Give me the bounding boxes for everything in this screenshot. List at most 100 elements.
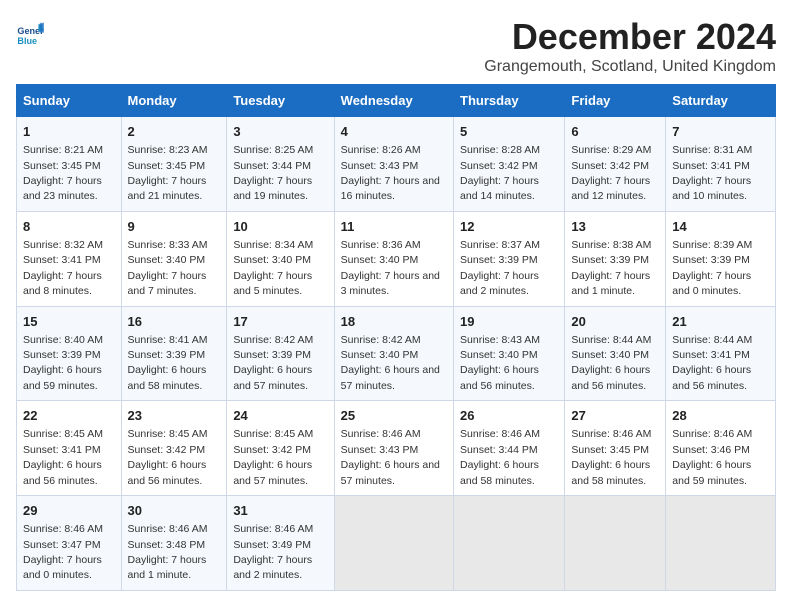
daylight-text: Daylight: 7 hours and 0 minutes. xyxy=(672,270,751,297)
sunrise-text: Sunrise: 8:46 AM xyxy=(460,428,540,440)
sunrise-text: Sunrise: 8:44 AM xyxy=(672,334,752,346)
table-cell: 1 Sunrise: 8:21 AM Sunset: 3:45 PM Dayli… xyxy=(17,117,122,212)
calendar-header-row: Sunday Monday Tuesday Wednesday Thursday… xyxy=(17,85,776,117)
sunrise-text: Sunrise: 8:29 AM xyxy=(571,144,651,156)
header-monday: Monday xyxy=(121,85,227,117)
daylight-text: Daylight: 7 hours and 7 minutes. xyxy=(128,270,207,297)
sunset-text: Sunset: 3:39 PM xyxy=(233,349,311,361)
sunrise-text: Sunrise: 8:26 AM xyxy=(341,144,421,156)
sunrise-text: Sunrise: 8:43 AM xyxy=(460,334,540,346)
day-number: 4 xyxy=(341,123,447,141)
sunset-text: Sunset: 3:45 PM xyxy=(23,160,101,172)
sunset-text: Sunset: 3:42 PM xyxy=(460,160,538,172)
sunset-text: Sunset: 3:45 PM xyxy=(128,160,206,172)
day-number: 18 xyxy=(341,313,447,331)
day-number: 23 xyxy=(128,407,221,425)
daylight-text: Daylight: 6 hours and 59 minutes. xyxy=(672,459,751,486)
sunset-text: Sunset: 3:46 PM xyxy=(672,444,750,456)
table-cell: 23 Sunrise: 8:45 AM Sunset: 3:42 PM Dayl… xyxy=(121,401,227,496)
sunrise-text: Sunrise: 8:32 AM xyxy=(23,239,103,251)
sunset-text: Sunset: 3:44 PM xyxy=(233,160,311,172)
page-header: General Blue December 2024 Grangemouth, … xyxy=(16,16,776,76)
sunrise-text: Sunrise: 8:40 AM xyxy=(23,334,103,346)
table-cell: 25 Sunrise: 8:46 AM Sunset: 3:43 PM Dayl… xyxy=(334,401,453,496)
table-cell: 26 Sunrise: 8:46 AM Sunset: 3:44 PM Dayl… xyxy=(454,401,565,496)
table-cell xyxy=(666,496,776,591)
sunrise-text: Sunrise: 8:31 AM xyxy=(672,144,752,156)
calendar-table: Sunday Monday Tuesday Wednesday Thursday… xyxy=(16,84,776,591)
sunrise-text: Sunrise: 8:34 AM xyxy=(233,239,313,251)
sunrise-text: Sunrise: 8:28 AM xyxy=(460,144,540,156)
sunset-text: Sunset: 3:40 PM xyxy=(341,349,419,361)
table-cell: 18 Sunrise: 8:42 AM Sunset: 3:40 PM Dayl… xyxy=(334,306,453,401)
sunset-text: Sunset: 3:39 PM xyxy=(23,349,101,361)
sunset-text: Sunset: 3:42 PM xyxy=(128,444,206,456)
daylight-text: Daylight: 6 hours and 57 minutes. xyxy=(341,364,440,391)
sunset-text: Sunset: 3:49 PM xyxy=(233,539,311,551)
daylight-text: Daylight: 7 hours and 1 minute. xyxy=(571,270,650,297)
day-number: 30 xyxy=(128,502,221,520)
sunrise-text: Sunrise: 8:37 AM xyxy=(460,239,540,251)
sunset-text: Sunset: 3:40 PM xyxy=(571,349,649,361)
sunset-text: Sunset: 3:40 PM xyxy=(341,254,419,266)
table-cell: 14 Sunrise: 8:39 AM Sunset: 3:39 PM Dayl… xyxy=(666,211,776,306)
sunrise-text: Sunrise: 8:21 AM xyxy=(23,144,103,156)
sunset-text: Sunset: 3:42 PM xyxy=(233,444,311,456)
sunrise-text: Sunrise: 8:42 AM xyxy=(233,334,313,346)
daylight-text: Daylight: 6 hours and 58 minutes. xyxy=(460,459,539,486)
day-number: 1 xyxy=(23,123,115,141)
table-cell: 29 Sunrise: 8:46 AM Sunset: 3:47 PM Dayl… xyxy=(17,496,122,591)
table-cell: 4 Sunrise: 8:26 AM Sunset: 3:43 PM Dayli… xyxy=(334,117,453,212)
sunrise-text: Sunrise: 8:46 AM xyxy=(128,523,208,535)
day-number: 15 xyxy=(23,313,115,331)
sunset-text: Sunset: 3:41 PM xyxy=(23,254,101,266)
table-cell: 10 Sunrise: 8:34 AM Sunset: 3:40 PM Dayl… xyxy=(227,211,334,306)
daylight-text: Daylight: 7 hours and 12 minutes. xyxy=(571,175,650,202)
table-cell: 15 Sunrise: 8:40 AM Sunset: 3:39 PM Dayl… xyxy=(17,306,122,401)
sunset-text: Sunset: 3:40 PM xyxy=(233,254,311,266)
daylight-text: Daylight: 6 hours and 59 minutes. xyxy=(23,364,102,391)
table-cell: 27 Sunrise: 8:46 AM Sunset: 3:45 PM Dayl… xyxy=(565,401,666,496)
daylight-text: Daylight: 7 hours and 19 minutes. xyxy=(233,175,312,202)
sunrise-text: Sunrise: 8:42 AM xyxy=(341,334,421,346)
sunset-text: Sunset: 3:41 PM xyxy=(23,444,101,456)
daylight-text: Daylight: 7 hours and 23 minutes. xyxy=(23,175,102,202)
sunset-text: Sunset: 3:41 PM xyxy=(672,349,750,361)
day-number: 13 xyxy=(571,218,659,236)
table-cell: 9 Sunrise: 8:33 AM Sunset: 3:40 PM Dayli… xyxy=(121,211,227,306)
sunset-text: Sunset: 3:40 PM xyxy=(460,349,538,361)
table-cell: 3 Sunrise: 8:25 AM Sunset: 3:44 PM Dayli… xyxy=(227,117,334,212)
day-number: 9 xyxy=(128,218,221,236)
table-cell: 7 Sunrise: 8:31 AM Sunset: 3:41 PM Dayli… xyxy=(666,117,776,212)
daylight-text: Daylight: 6 hours and 56 minutes. xyxy=(23,459,102,486)
calendar-row: 29 Sunrise: 8:46 AM Sunset: 3:47 PM Dayl… xyxy=(17,496,776,591)
day-number: 21 xyxy=(672,313,769,331)
table-cell xyxy=(454,496,565,591)
daylight-text: Daylight: 6 hours and 56 minutes. xyxy=(571,364,650,391)
sunrise-text: Sunrise: 8:25 AM xyxy=(233,144,313,156)
day-number: 14 xyxy=(672,218,769,236)
header-sunday: Sunday xyxy=(17,85,122,117)
day-number: 31 xyxy=(233,502,327,520)
sunset-text: Sunset: 3:43 PM xyxy=(341,160,419,172)
day-number: 2 xyxy=(128,123,221,141)
sunrise-text: Sunrise: 8:45 AM xyxy=(233,428,313,440)
sunset-text: Sunset: 3:48 PM xyxy=(128,539,206,551)
daylight-text: Daylight: 7 hours and 16 minutes. xyxy=(341,175,440,202)
daylight-text: Daylight: 7 hours and 1 minute. xyxy=(128,554,207,581)
sunset-text: Sunset: 3:44 PM xyxy=(460,444,538,456)
sunrise-text: Sunrise: 8:36 AM xyxy=(341,239,421,251)
sunset-text: Sunset: 3:39 PM xyxy=(460,254,538,266)
day-number: 29 xyxy=(23,502,115,520)
sunrise-text: Sunrise: 8:44 AM xyxy=(571,334,651,346)
month-title: December 2024 xyxy=(484,16,776,58)
sunset-text: Sunset: 3:42 PM xyxy=(571,160,649,172)
daylight-text: Daylight: 7 hours and 10 minutes. xyxy=(672,175,751,202)
table-cell: 24 Sunrise: 8:45 AM Sunset: 3:42 PM Dayl… xyxy=(227,401,334,496)
sunrise-text: Sunrise: 8:46 AM xyxy=(571,428,651,440)
daylight-text: Daylight: 6 hours and 57 minutes. xyxy=(233,459,312,486)
table-cell: 19 Sunrise: 8:43 AM Sunset: 3:40 PM Dayl… xyxy=(454,306,565,401)
day-number: 20 xyxy=(571,313,659,331)
daylight-text: Daylight: 7 hours and 0 minutes. xyxy=(23,554,102,581)
sunrise-text: Sunrise: 8:46 AM xyxy=(233,523,313,535)
